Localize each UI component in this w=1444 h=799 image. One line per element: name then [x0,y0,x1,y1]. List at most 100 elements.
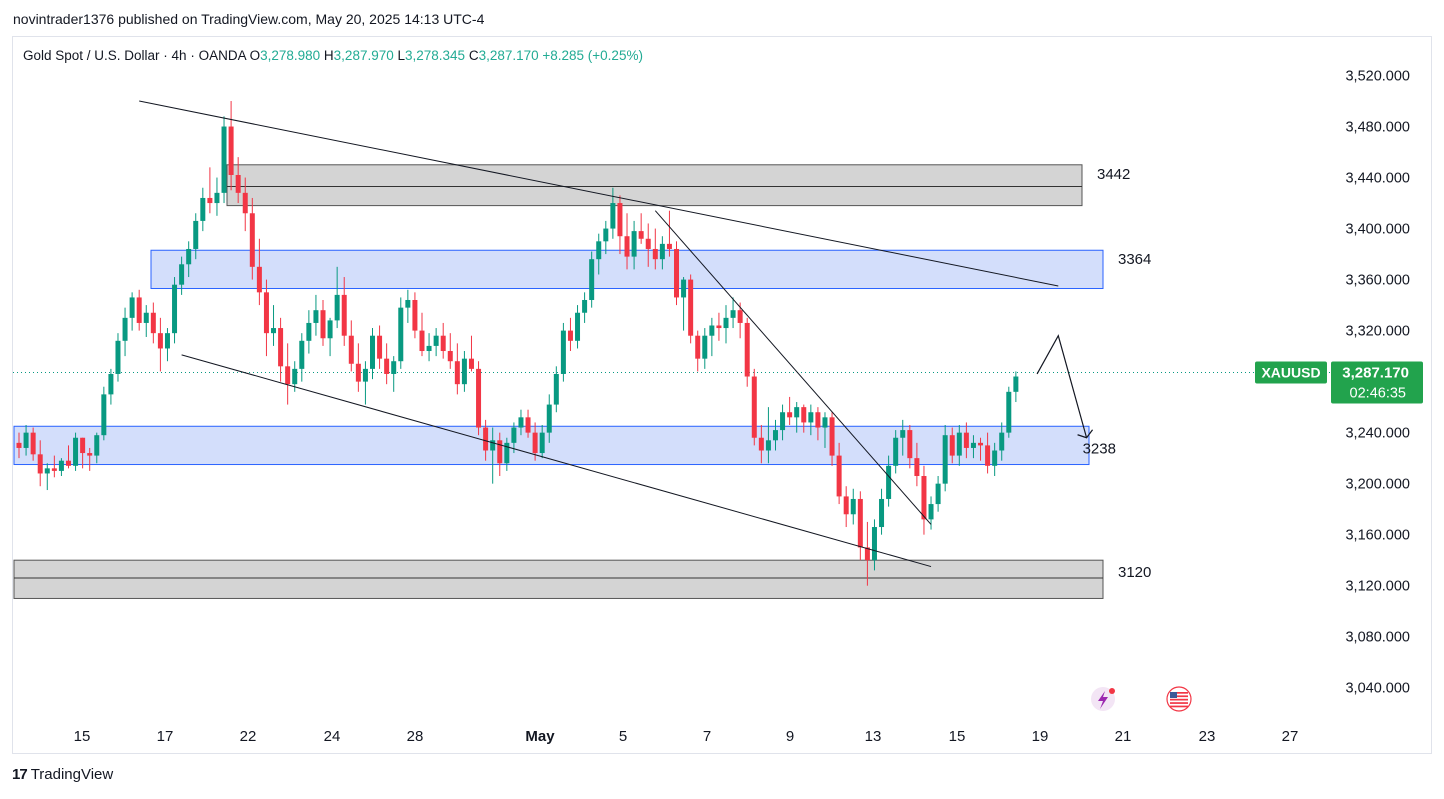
candle-body-96 [695,335,701,359]
candle-body-20 [157,333,163,349]
lightning-event-dot [1109,688,1115,694]
candle-body-51 [377,335,383,359]
candle-body-88 [638,231,644,239]
candle-body-83 [603,228,609,242]
candle-body-9 [80,437,86,454]
candle-body-121 [871,527,877,561]
projection-label: 3238 [1083,441,1116,458]
candle-body-1 [23,432,29,448]
zone-0 [226,164,1083,207]
candle-body-123 [886,465,892,499]
tradingview-logo-mark: 17 [12,766,28,783]
candle-body-102 [737,310,743,323]
candle-body-139 [999,432,1005,451]
candle-body-91 [659,243,665,260]
x-tick-3: 24 [324,728,341,745]
candle-body-140 [1006,391,1012,433]
us-flag-stripe-4 [1170,705,1188,708]
candle-body-56 [412,299,418,331]
candle-body-76 [553,373,559,405]
candle-body-25 [193,220,199,249]
zone-label-3120: 3120 [1118,564,1151,581]
price-tag-countdown: 02:46:35 [1350,385,1406,401]
candle-body-37 [278,328,284,367]
legend-part-2: 3,278.980 [260,48,324,63]
us-flag-stripe-3 [1170,702,1188,704]
x-tick-13: 23 [1199,728,1216,745]
candle-body-22 [172,284,178,334]
candle-body-65 [476,368,482,428]
candle-body-12 [101,394,107,436]
ohlc-legend: Gold Spot / U.S. Dollar · 4h · OANDA O3,… [23,48,643,63]
candle-body-116 [836,455,842,497]
chart-frame[interactable]: Gold Spot / U.S. Dollar · 4h · OANDA O3,… [12,36,1432,754]
candle-body-40 [299,340,305,369]
candle-body-29 [221,126,227,193]
candle-body-89 [645,238,651,249]
tradingview-logo[interactable]: 17 TradingView [12,766,113,783]
candle-body-61 [447,351,453,362]
candle-body-110 [794,407,800,418]
y-tick-9: 3,120.000 [1345,579,1410,595]
candle-body-7 [65,460,71,466]
y-tick-7: 3,200.000 [1345,477,1410,493]
y-tick-10: 3,080.000 [1345,630,1410,646]
y-tick-6: 3,240.000 [1345,426,1410,442]
legend-part-8: 3,287.170 [479,48,543,63]
candle-body-86 [624,236,630,257]
candle-body-14 [115,340,121,374]
candle-body-132 [949,435,955,456]
candle-body-136 [978,442,984,446]
projection-path [1036,334,1088,438]
candle-body-42 [313,310,319,323]
candle-body-133 [956,432,962,456]
candle-body-44 [327,320,333,339]
x-tick-1: 17 [157,728,174,745]
candle-body-134 [963,432,969,448]
candle-body-138 [992,450,998,466]
candle-body-124 [893,437,899,466]
candle-body-93 [674,248,680,298]
candle-body-112 [808,412,814,423]
chart-canvas[interactable]: Gold Spot / U.S. Dollar · 4h · OANDA O3,… [13,37,1433,755]
price-tag-symbol: XAUUSD [1261,364,1320,380]
candle-body-100 [723,317,729,329]
candle-body-31 [235,174,241,193]
candle-body-92 [666,243,672,249]
candle-body-78 [567,330,573,341]
candle-body-109 [787,412,793,418]
candle-body-8 [73,437,79,466]
candle-body-98 [709,325,715,336]
candle-body-105 [758,437,764,451]
candle-body-3 [37,454,43,474]
candle-body-113 [815,412,821,428]
candle-body-103 [744,322,750,377]
candle-body-80 [582,299,588,313]
candle-body-108 [780,412,786,431]
candle-body-5 [51,468,57,471]
y-tick-1: 3,480.000 [1345,120,1410,136]
candle-body-114 [822,417,828,428]
candle-body-38 [285,366,291,385]
candle-body-6 [58,460,64,471]
candle-body-30 [228,126,234,175]
candle-body-82 [596,241,602,260]
candle-body-17 [136,297,142,323]
x-tick-6: 5 [619,728,627,745]
candle-body-99 [716,325,722,329]
candle-body-74 [539,432,545,454]
candle-body-126 [907,430,913,459]
publish-info: novintrader1376 published on TradingView… [13,11,485,27]
candle-body-46 [341,294,347,336]
candle-body-118 [850,498,856,515]
candle-body-15 [122,317,128,341]
candle-body-119 [857,498,863,548]
candle-body-27 [207,197,213,204]
candle-body-128 [921,476,927,520]
candle-body-64 [468,358,474,369]
candle-body-127 [914,458,920,477]
candle-body-57 [419,330,425,352]
candle-body-47 [348,335,354,364]
zone-label-3364: 3364 [1118,251,1151,268]
candle-body-53 [391,361,397,374]
